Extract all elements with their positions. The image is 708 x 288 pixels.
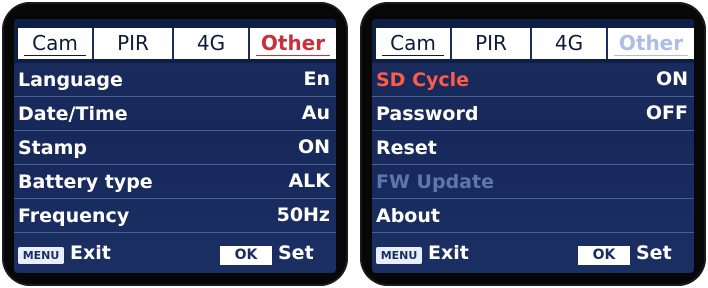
set-label: Set (636, 242, 672, 264)
row-value: ON (655, 68, 688, 90)
tab-pir[interactable]: PIR (452, 28, 532, 59)
tab-bar: Cam PIR 4G Other (14, 19, 336, 63)
menu-row-language[interactable]: Language En (14, 65, 336, 97)
menu-row-stamp[interactable]: Stamp ON (14, 133, 336, 165)
row-label: SD Cycle (376, 69, 470, 91)
tab-pir[interactable]: PIR (94, 28, 174, 59)
row-label: Frequency (18, 205, 130, 227)
row-value: ON (297, 136, 330, 158)
row-value: Au (301, 102, 330, 124)
footer-hints: MENU Exit OK Set (14, 239, 336, 273)
row-label: Stamp (18, 137, 87, 159)
exit-label: Exit (428, 242, 469, 264)
tab-4g[interactable]: 4G (174, 28, 250, 59)
set-label: Set (278, 242, 314, 264)
menu-key[interactable]: MENU (18, 247, 64, 264)
menu-row-reset[interactable]: Reset (372, 133, 694, 165)
menu-row-about[interactable]: About (372, 201, 694, 233)
tab-4g[interactable]: 4G (532, 28, 608, 59)
row-label: Reset (376, 137, 437, 159)
row-label: Date/Time (18, 103, 128, 125)
menu-key[interactable]: MENU (376, 247, 422, 264)
row-value: ALK (288, 170, 330, 192)
row-value: 50Hz (276, 204, 330, 226)
row-label: Language (18, 69, 123, 91)
tab-other[interactable]: Other (250, 28, 336, 59)
camera-screen-left: Cam PIR 4G Other Language En Date/Time A… (2, 2, 348, 286)
settings-screen: Cam PIR 4G Other SD Cycle ON Password OF… (372, 19, 694, 273)
menu-row-password[interactable]: Password OFF (372, 99, 694, 131)
exit-label: Exit (70, 242, 111, 264)
menu-row-frequency[interactable]: Frequency 50Hz (14, 201, 336, 233)
tab-cam[interactable]: Cam (376, 28, 452, 59)
menu-row-date-time[interactable]: Date/Time Au (14, 99, 336, 131)
row-value: En (303, 68, 330, 90)
footer-hints: MENU Exit OK Set (372, 239, 694, 273)
row-label: FW Update (376, 171, 494, 193)
row-label: Password (376, 103, 479, 125)
tab-cam[interactable]: Cam (18, 28, 94, 59)
camera-screen-right: Cam PIR 4G Other SD Cycle ON Password OF… (360, 2, 706, 286)
row-label: Battery type (18, 171, 153, 193)
tab-bar: Cam PIR 4G Other (372, 19, 694, 63)
settings-screen: Cam PIR 4G Other Language En Date/Time A… (14, 19, 336, 273)
menu-row-sd-cycle[interactable]: SD Cycle ON (372, 65, 694, 97)
tab-other[interactable]: Other (608, 28, 694, 59)
ok-key[interactable]: OK (220, 246, 272, 265)
ok-key[interactable]: OK (578, 246, 630, 265)
row-value: OFF (645, 102, 688, 124)
row-label: About (376, 205, 440, 227)
menu-row-battery-type[interactable]: Battery type ALK (14, 167, 336, 199)
menu-row-fw-update: FW Update (372, 167, 694, 199)
